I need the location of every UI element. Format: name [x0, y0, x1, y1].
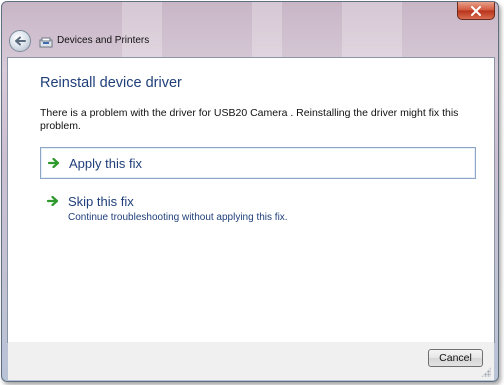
window-frame: Devices and Printers Reinstall device dr… [1, 1, 499, 382]
back-arrow-icon [15, 36, 26, 46]
cancel-button[interactable]: Cancel [428, 349, 483, 367]
close-button[interactable] [457, 2, 495, 20]
apply-fix-label: Apply this fix [69, 155, 142, 171]
breadcrumb: Devices and Printers [39, 32, 149, 48]
page-title: Reinstall device driver [40, 75, 182, 91]
devices-printers-icon [39, 35, 53, 47]
skip-fix-description: Continue troubleshooting without applyin… [68, 212, 288, 223]
skip-fix-label: Skip this fix [68, 194, 134, 209]
skip-fix-option[interactable]: Skip this fix Continue troubleshooting w… [40, 194, 474, 223]
apply-fix-option[interactable]: Apply this fix [40, 147, 476, 179]
breadcrumb-label[interactable]: Devices and Printers [57, 35, 149, 46]
green-arrow-icon [43, 196, 63, 206]
glass-reflection [122, 2, 162, 58]
green-arrow-icon [44, 158, 64, 168]
close-icon [471, 5, 481, 16]
problem-description: There is a problem with the driver for U… [40, 107, 459, 132]
glass-reflection [342, 2, 402, 58]
resize-grip-icon[interactable] [481, 367, 491, 377]
dialog-footer: Cancel [8, 342, 494, 380]
glass-reflection [252, 2, 282, 58]
dialog-content: Reinstall device driver There is a probl… [7, 57, 495, 343]
back-button[interactable] [9, 30, 31, 52]
